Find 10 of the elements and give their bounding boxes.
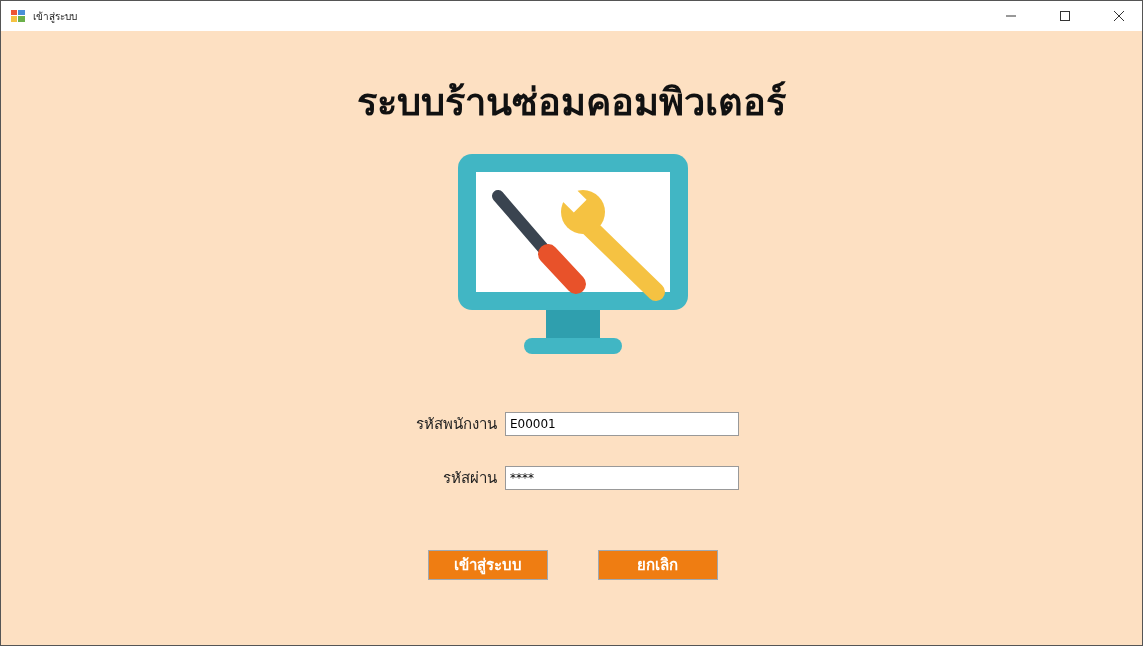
app-icon: [11, 10, 25, 22]
app-heading: ระบบร้านซ่อมคอมพิวเตอร์: [357, 79, 786, 126]
input-field[interactable]: ****: [505, 466, 739, 490]
close-icon: [1114, 11, 1124, 21]
monitor-tools-icon: [457, 154, 688, 354]
maximize-icon: [1060, 11, 1070, 21]
window-title: เข้าสู่ระบบ: [33, 9, 78, 24]
field-label: รหัสผ่าน: [442, 468, 497, 489]
input-field[interactable]: E00001: [505, 412, 739, 436]
field-label: รหัสพนักงาน: [416, 414, 497, 435]
